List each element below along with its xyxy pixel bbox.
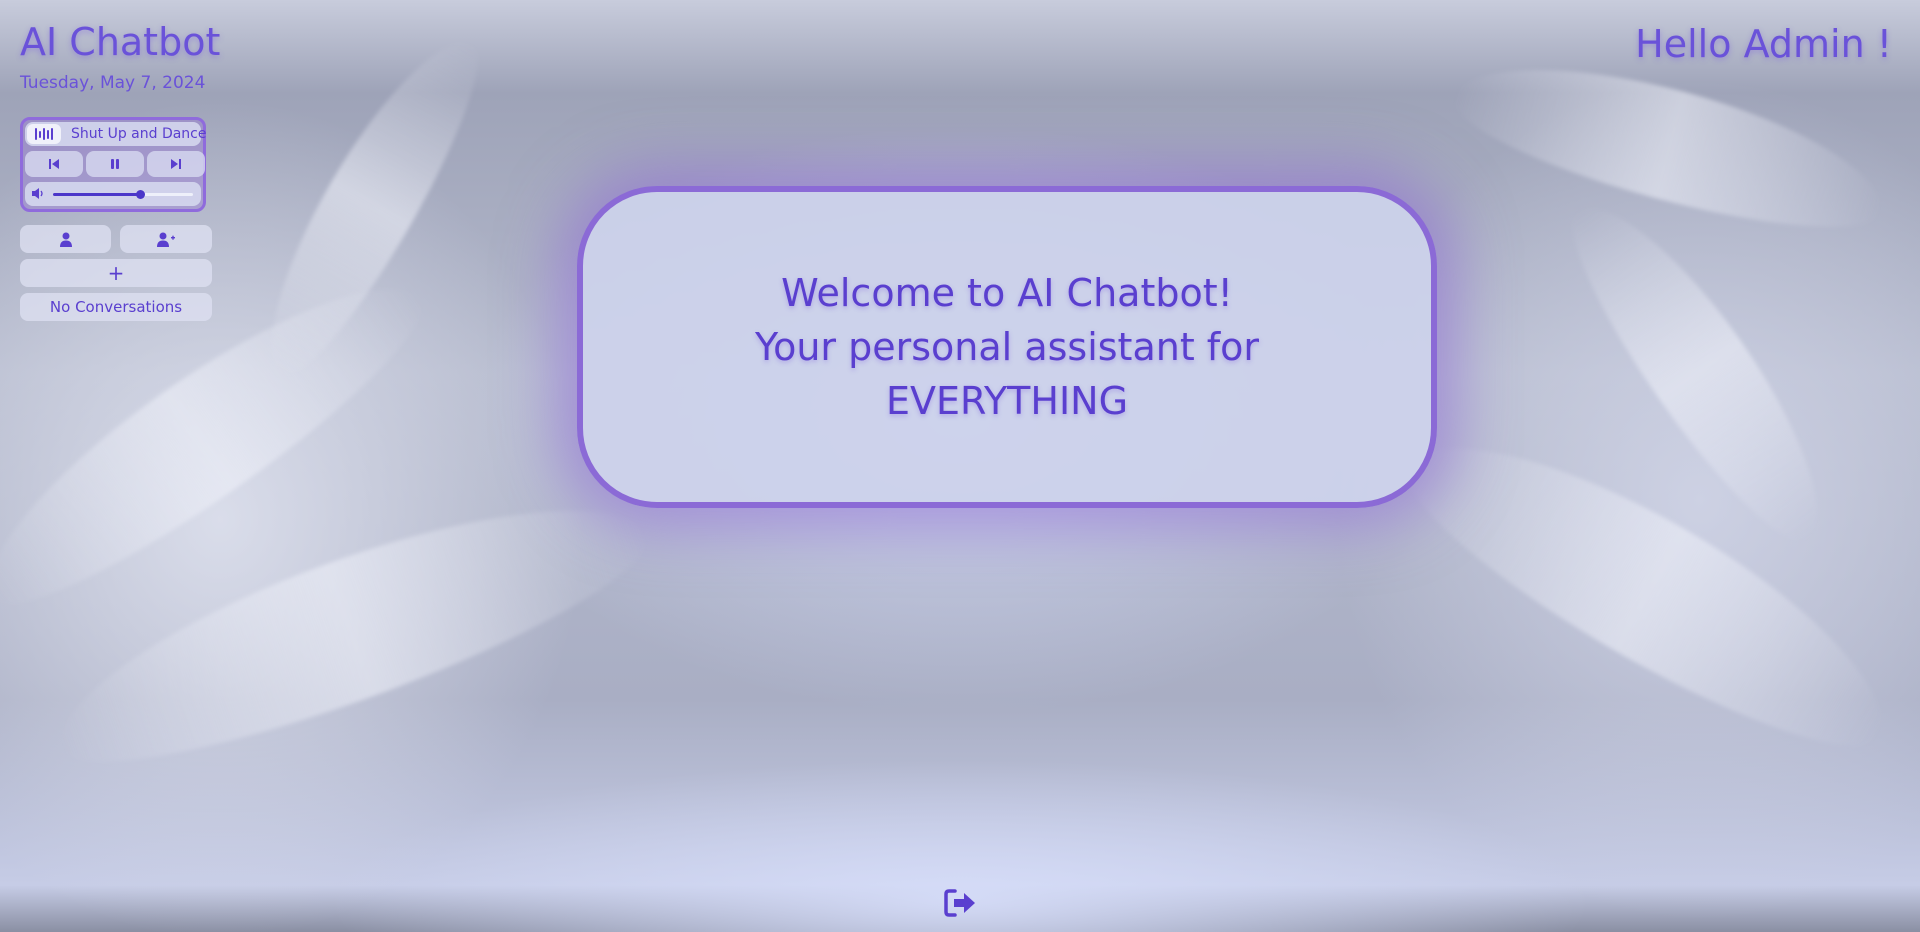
profile-button[interactable] [20,225,111,253]
app-title: AI Chatbot [20,20,221,64]
welcome-line-2: Your personal assistant for [754,325,1260,369]
logout-button[interactable] [943,888,977,918]
welcome-message: Welcome to AI Chatbot! Your personal ass… [755,266,1259,428]
track-name: Shut Up and Dance [71,126,207,142]
next-track-button[interactable] [147,151,205,177]
music-player: Shut Up and Dance [20,117,207,212]
volume-slider-fill [53,193,140,196]
audio-wave-icon [27,124,61,144]
conversation-list: No Conversations [20,293,212,321]
add-user-button[interactable] [120,225,212,253]
volume-icon [32,188,43,199]
logout-icon [944,889,975,917]
pause-icon [111,159,119,169]
welcome-card: Welcome to AI Chatbot! Your personal ass… [577,186,1437,508]
background-feather [1443,34,1897,256]
new-chat-label: + [107,261,125,285]
user-icon [59,232,72,247]
app-background: AI Chatbot Tuesday, May 7, 2024 Hello Ad… [0,0,1920,932]
no-conversations-label: No Conversations [49,298,183,316]
volume-control [25,182,201,206]
background-feather [1381,394,1919,786]
volume-slider[interactable] [53,190,193,199]
welcome-line-1: Welcome to AI Chatbot! [781,271,1233,315]
now-playing: Shut Up and Dance [25,122,207,146]
volume-slider-handle[interactable] [135,190,145,199]
current-date: Tuesday, May 7, 2024 [20,73,206,93]
skip-previous-icon [49,159,59,169]
previous-track-button[interactable] [25,151,83,177]
new-chat-button[interactable]: + [20,259,212,287]
skip-next-icon [171,159,181,169]
pause-button[interactable] [86,151,144,177]
welcome-line-3: EVERYTHING [885,379,1129,423]
user-plus-icon [157,232,175,247]
user-greeting: Hello Admin ! [1635,22,1892,66]
